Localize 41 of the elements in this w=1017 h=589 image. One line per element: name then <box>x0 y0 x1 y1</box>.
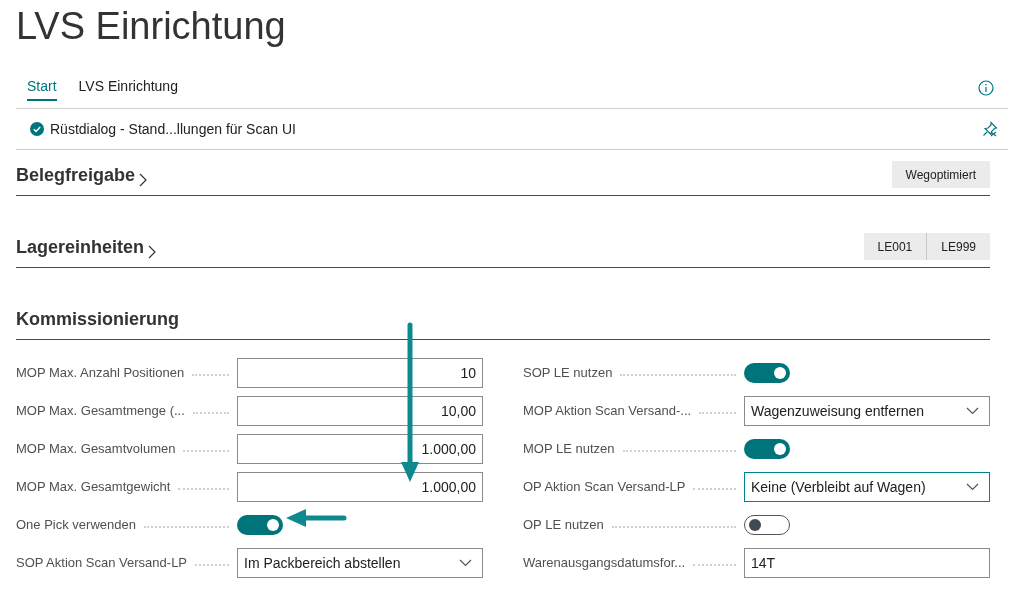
action-button[interactable]: Wegoptimiert <box>891 161 990 188</box>
dropdown-field[interactable]: Wagenzuweisung entfernen <box>744 396 990 426</box>
field-label: MOP Aktion Scan Versand-... <box>523 402 693 421</box>
toggle-switch[interactable] <box>237 515 283 535</box>
left-arrow-drawing <box>285 508 347 528</box>
field-label: One Pick verwenden <box>16 516 137 535</box>
field-label: MOP Max. Gesamtmenge (... <box>16 402 186 421</box>
field-label: OP Aktion Scan Versand-LP <box>523 478 687 497</box>
input-field[interactable]: 10 <box>237 358 483 388</box>
section-title[interactable]: Belegfreigabe <box>16 162 136 189</box>
field-label: OP LE nutzen <box>523 516 605 535</box>
chevron-down-icon <box>966 483 979 491</box>
input-field[interactable]: 14T <box>744 548 990 578</box>
dropdown-field[interactable]: Keine (Verbleibt auf Wagen) <box>744 472 990 502</box>
input-field[interactable]: 1.000,00 <box>237 434 483 464</box>
field-label: SOP Aktion Scan Versand-LP <box>16 554 189 573</box>
toggle-switch[interactable] <box>744 363 790 383</box>
dropdown-field[interactable]: Im Packbereich abstellen <box>237 548 483 578</box>
info-text: Rüstdialog - Stand...llungen für Scan UI <box>50 119 296 139</box>
input-field[interactable]: 1.000,00 <box>237 472 483 502</box>
field-label: MOP Max. Gesamtgewicht <box>16 478 172 497</box>
chevron-down-icon <box>459 559 472 567</box>
section-title[interactable]: Lagereinheiten <box>16 234 145 261</box>
tab[interactable]: LVS Einrichtung <box>78 75 178 101</box>
input-field[interactable]: 10,00 <box>237 396 483 426</box>
page-title: LVS Einrichtung <box>16 4 287 48</box>
field-label: Warenausgangsdatumsfor... <box>523 554 687 573</box>
field-label: SOP LE nutzen <box>523 364 614 383</box>
field-label: MOP Max. Gesamtvolumen <box>16 440 177 459</box>
tab[interactable]: Start <box>27 75 57 101</box>
field-label: MOP LE nutzen <box>523 440 616 459</box>
check-circle-icon <box>30 122 44 136</box>
pin-icon[interactable] <box>982 121 998 137</box>
action-button[interactable]: LE999 <box>926 233 990 260</box>
toggle-switch[interactable] <box>744 515 790 535</box>
action-button[interactable]: LE001 <box>863 233 927 260</box>
chevron-down-icon <box>966 407 979 415</box>
field-label: MOP Max. Anzahl Positionen <box>16 364 186 383</box>
toggle-switch[interactable] <box>744 439 790 459</box>
info-icon[interactable] <box>978 80 994 96</box>
section-title[interactable]: Kommissionierung <box>16 306 180 333</box>
